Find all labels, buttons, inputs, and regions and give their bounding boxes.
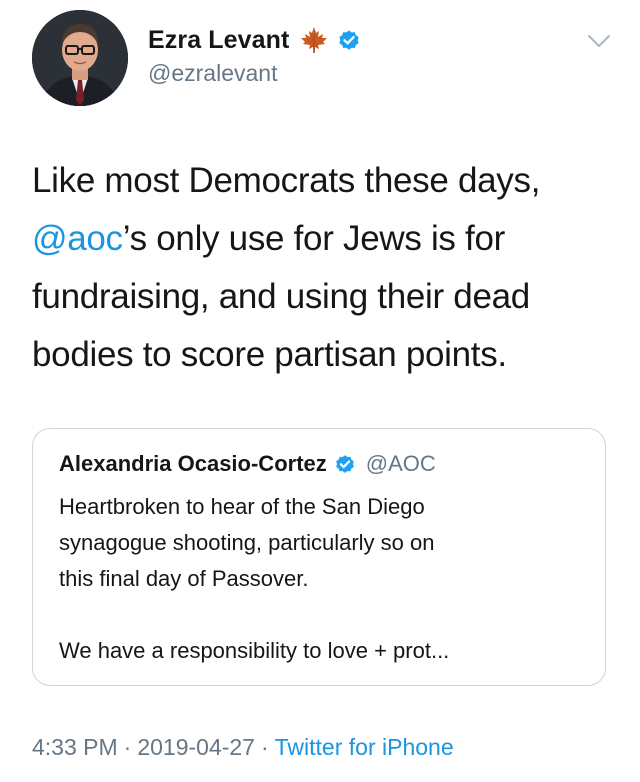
tweet-text: Like most Democrats these days, @aoc’s o…: [32, 152, 612, 384]
tweet-line: @aoc’s only use for Jews is for: [32, 210, 612, 268]
author-avatar[interactable]: [32, 10, 128, 106]
verified-badge-icon: [339, 30, 360, 50]
tweet-line: fundraising, and using their dead: [32, 277, 530, 316]
tweet-source-link[interactable]: Twitter for iPhone: [275, 734, 454, 760]
tweet-time[interactable]: 4:33 PM: [32, 734, 118, 760]
quoted-tweet-line: Heartbroken to hear of the San Diego: [59, 494, 425, 519]
quoted-tweet-header: Alexandria Ocasio-Cortez @AOC: [59, 449, 436, 479]
tweet-footer: 4:33 PM · 2019-04-27 · Twitter for iPhone: [32, 734, 454, 761]
quoted-tweet-line: this final day of Passover.: [59, 566, 309, 591]
separator-dot: ·: [260, 734, 269, 760]
chevron-down-icon[interactable]: [586, 32, 612, 50]
tweet-line: Like most Democrats these days,: [32, 161, 541, 200]
author-display-name[interactable]: Ezra Levant: [148, 26, 289, 55]
quoted-author-handle: @AOC: [365, 451, 436, 476]
quoted-tweet-line: synagogue shooting, particularly so on: [59, 530, 435, 555]
author-handle[interactable]: @ezralevant: [148, 60, 277, 87]
tweet-line: bodies to score partisan points.: [32, 335, 507, 374]
quoted-tweet-line: We have a responsibility to love + prot.…: [59, 638, 450, 663]
tweet-line-text: ’s only use for Jews is for: [122, 219, 506, 258]
tweet-date[interactable]: 2019-04-27: [137, 734, 255, 760]
author-name-row[interactable]: Ezra Levant: [148, 24, 361, 56]
maple-leaf-icon: [301, 27, 328, 53]
quoted-author-name: Alexandria Ocasio-Cortez: [59, 451, 327, 476]
verified-badge-icon: [335, 455, 354, 473]
quoted-tweet-text: Heartbroken to hear of the San Diego syn…: [59, 489, 579, 669]
tweet: Ezra Levant @ezralevant Like most Democr…: [0, 0, 640, 782]
avatar-photo: [32, 10, 128, 106]
quoted-tweet-card[interactable]: Alexandria Ocasio-Cortez @AOC Heartbroke…: [32, 428, 606, 686]
mention-link[interactable]: @aoc: [32, 219, 123, 258]
separator-dot: ·: [123, 734, 132, 760]
